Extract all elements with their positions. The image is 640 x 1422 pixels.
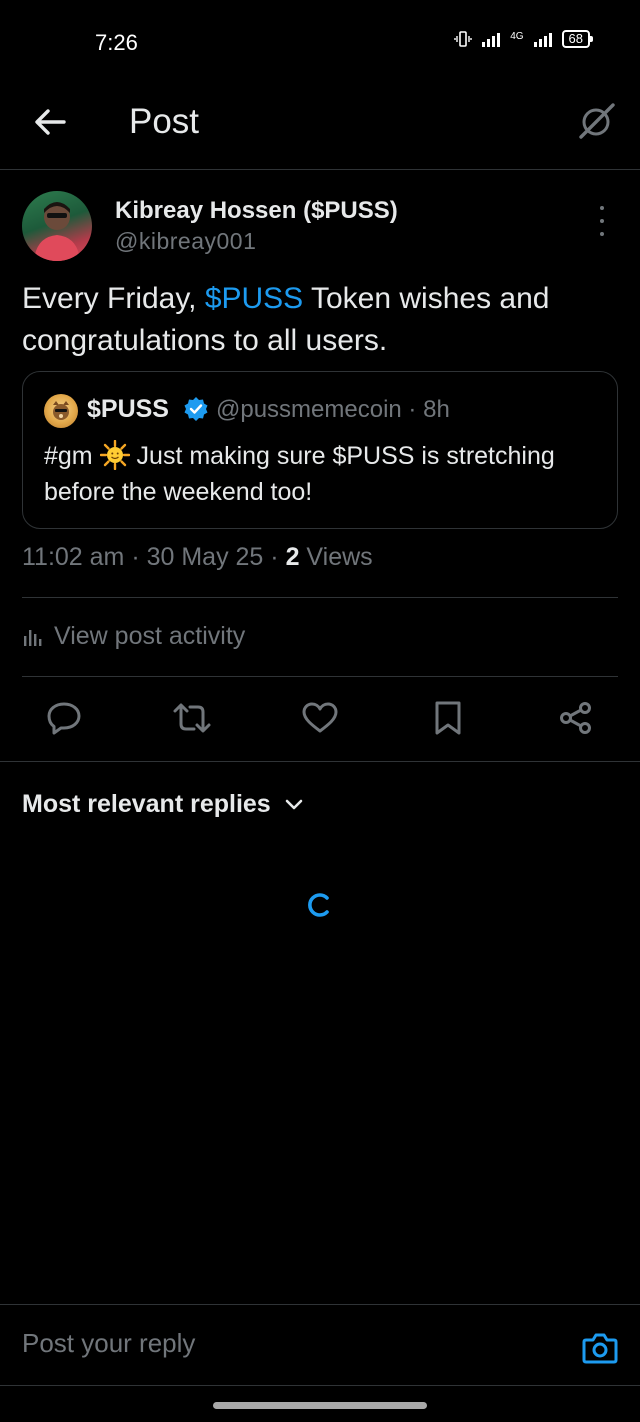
quote-avatar	[44, 394, 78, 428]
vibrate-icon	[454, 31, 472, 47]
bookmark-icon	[435, 701, 461, 735]
avatar-image	[34, 202, 80, 261]
back-button[interactable]	[30, 102, 70, 142]
status-icons: 4G 68	[454, 30, 594, 48]
top-header: Post	[0, 86, 640, 170]
view-post-activity-button[interactable]: View post activity	[22, 622, 245, 651]
arrow-left-icon	[35, 109, 66, 135]
status-time: 7:26	[95, 30, 138, 55]
cashtag-link[interactable]: $PUSS	[205, 282, 303, 315]
home-indicator[interactable]	[213, 1402, 427, 1409]
loading-spinner-icon	[308, 893, 329, 917]
more-vertical-icon	[600, 206, 604, 210]
camera-button[interactable]	[582, 1331, 618, 1365]
activity-label: View post activity	[54, 622, 246, 650]
author-avatar[interactable]	[22, 191, 92, 261]
reply-composer	[0, 1304, 640, 1386]
grok-button[interactable]	[576, 100, 618, 142]
bookmark-button[interactable]	[426, 696, 470, 740]
share-icon	[560, 702, 591, 734]
sun-emoji-icon	[99, 440, 130, 470]
verified-badge-icon	[184, 397, 208, 421]
comment-icon	[47, 702, 81, 735]
divider	[22, 597, 618, 598]
post-meta: 11:02 am · 30 May 25 · 2 Views	[22, 543, 373, 572]
divider	[22, 676, 618, 677]
heart-icon	[302, 702, 338, 733]
quote-text: #gm Just making sure $PUSS is stretching…	[44, 438, 604, 510]
camera-icon	[582, 1333, 618, 1364]
reply-input[interactable]	[22, 1323, 542, 1363]
quoted-post[interactable]: $PUSS @pussmemecoin · 8h #gm Just making…	[22, 371, 618, 529]
grok-icon	[579, 103, 615, 139]
post-text: Every Friday, $PUSS Token wishes and con…	[22, 278, 618, 362]
cat-face-icon	[53, 401, 69, 420]
bar-chart-icon	[24, 629, 42, 646]
author-name[interactable]: Kibreay Hossen ($PUSS)	[115, 197, 398, 225]
author-handle[interactable]: @kibreay001	[115, 228, 256, 255]
quote-author-name: $PUSS	[87, 395, 169, 423]
quote-text-start: #gm	[44, 442, 100, 470]
share-button[interactable]	[554, 696, 598, 740]
network-label: 4G	[510, 30, 524, 42]
views-label: Views	[299, 543, 373, 571]
post-actions	[22, 696, 618, 740]
chevron-down-icon	[285, 799, 303, 809]
views-count: 2	[285, 543, 300, 571]
sort-label: Most relevant replies	[22, 790, 271, 818]
like-button[interactable]	[298, 696, 342, 740]
more-options-button[interactable]	[592, 206, 612, 236]
page-title: Post	[129, 102, 200, 141]
repost-icon	[173, 703, 211, 733]
signal-icon	[482, 31, 501, 47]
repost-button[interactable]	[170, 696, 214, 740]
post-text-start: Every Friday,	[22, 282, 205, 315]
post-timestamp: 11:02 am · 30 May 25 ·	[22, 543, 286, 571]
reply-button[interactable]	[42, 696, 86, 740]
signal-2-icon	[533, 31, 552, 47]
status-bar: 7:26 4G 68	[0, 0, 640, 86]
replies-sort-dropdown[interactable]: Most relevant replies	[22, 790, 303, 819]
divider	[0, 761, 640, 762]
battery-indicator: 68	[561, 30, 594, 48]
quote-handle-time: @pussmemecoin · 8h	[216, 396, 450, 423]
